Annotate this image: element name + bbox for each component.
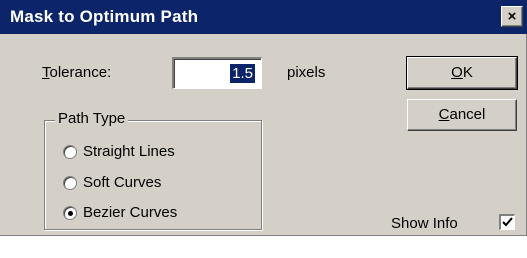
radio-label: Straight Lines: [83, 143, 175, 160]
radio-label: Soft Curves: [83, 174, 162, 191]
radio-button[interactable]: [63, 176, 77, 190]
tolerance-value: 1.5: [230, 64, 255, 83]
tolerance-label-rest: olerance:: [49, 64, 112, 81]
path-type-group: Path Type Straight Lines Soft Curves Bez…: [44, 110, 262, 230]
mask-to-optimum-path-dialog: Mask to Optimum Path × Tolerance: 1.5 pi…: [0, 0, 527, 236]
window-title: Mask to Optimum Path: [10, 7, 199, 26]
show-info-checkbox[interactable]: [499, 214, 515, 230]
show-info-label: Show Info: [391, 215, 458, 232]
radio-selected-dot: [68, 211, 73, 216]
tolerance-label: Tolerance:: [42, 64, 111, 81]
cancel-button-rest: ancel: [449, 106, 486, 123]
ok-button[interactable]: OK: [406, 56, 518, 90]
cancel-button[interactable]: Cancel: [407, 99, 517, 131]
close-icon: ×: [507, 8, 517, 25]
tolerance-label-mnemonic: T: [42, 64, 50, 81]
checkmark-icon: [502, 217, 513, 227]
tolerance-input[interactable]: 1.5: [172, 57, 262, 89]
radio-button[interactable]: [63, 206, 77, 220]
cancel-button-mnemonic: C: [438, 106, 450, 123]
title-bar[interactable]: Mask to Optimum Path ×: [0, 0, 527, 34]
tolerance-unit-label: pixels: [287, 64, 326, 81]
ok-button-rest: K: [462, 64, 473, 81]
radio-button[interactable]: [63, 145, 77, 159]
path-type-legend: Path Type: [55, 110, 129, 127]
ok-button-mnemonic: O: [451, 64, 463, 81]
close-button[interactable]: ×: [501, 6, 523, 27]
radio-label: Bezier Curves: [83, 204, 178, 221]
